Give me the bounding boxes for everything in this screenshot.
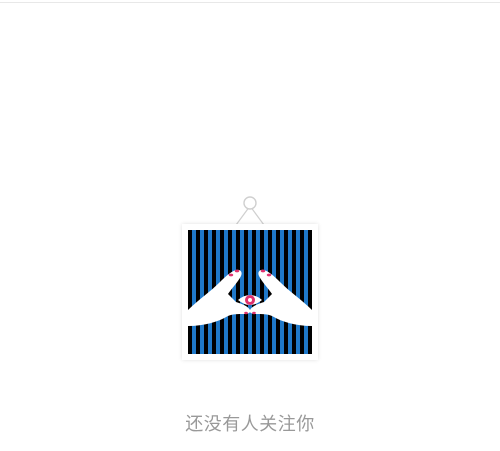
picture-hanger-icon: [235, 196, 265, 226]
empty-state-illustration: [0, 0, 500, 451]
empty-state-message: 还没有人关注你: [185, 414, 315, 435]
picture-frame: [182, 224, 318, 360]
hands-eye-artwork-icon: [188, 230, 312, 354]
